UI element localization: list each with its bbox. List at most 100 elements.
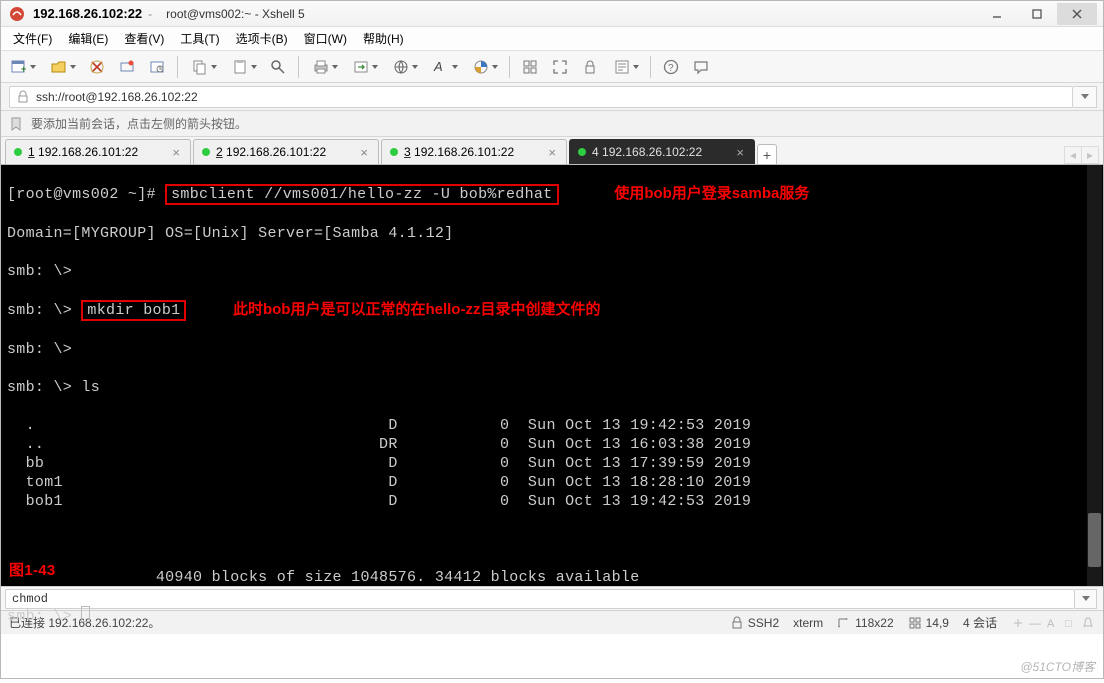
svg-text:+: + bbox=[21, 64, 26, 74]
script-button[interactable] bbox=[606, 54, 644, 80]
smb-prompt: smb: \> bbox=[7, 608, 81, 625]
tab-4-active[interactable]: 4 192.168.26.102:22 × bbox=[569, 139, 755, 164]
tab-number: 4 bbox=[592, 145, 599, 159]
copy-button[interactable] bbox=[184, 54, 222, 80]
scrollbar-thumb[interactable] bbox=[1088, 513, 1101, 567]
terminal-line: Domain=[MYGROUP] OS=[Unix] Server=[Samba… bbox=[7, 224, 1097, 243]
listing-row: tom1 D 0 Sun Oct 13 18:28:10 2019 bbox=[7, 473, 1097, 492]
tab-close-button[interactable]: × bbox=[170, 145, 182, 160]
tab-scroll-right[interactable]: ▸ bbox=[1081, 146, 1099, 164]
file-listing: . D 0 Sun Oct 13 19:42:53 2019 .. DR 0 S… bbox=[7, 416, 1097, 511]
title-dash: - bbox=[148, 7, 152, 21]
open-session-button[interactable] bbox=[43, 54, 81, 80]
smb-prompt: smb: \> bbox=[7, 302, 81, 319]
title-session: root@vms002:~ - Xshell 5 bbox=[166, 7, 305, 21]
find-button[interactable] bbox=[264, 54, 292, 80]
watermark: @51CTO博客 bbox=[1020, 658, 1095, 675]
tab-number: 2 bbox=[216, 145, 223, 159]
listing-row: bob1 D 0 Sun Oct 13 19:42:53 2019 bbox=[7, 492, 1097, 511]
address-field[interactable]: ssh://root@192.168.26.102:22 bbox=[9, 86, 1073, 108]
listing-row: .. DR 0 Sun Oct 13 16:03:38 2019 bbox=[7, 435, 1097, 454]
minimize-button[interactable] bbox=[977, 3, 1017, 25]
tab-number: 3 bbox=[404, 145, 411, 159]
annotation-1: 使用bob用户登录samba服务 bbox=[614, 185, 809, 202]
fullscreen-button[interactable] bbox=[546, 54, 574, 80]
menu-view[interactable]: 查看(V) bbox=[116, 27, 172, 50]
disconnect-button[interactable] bbox=[113, 54, 141, 80]
menu-tools[interactable]: 工具(T) bbox=[172, 27, 227, 50]
figure-label: 图1-43 bbox=[9, 561, 56, 580]
hint-bar: 要添加当前会话，点击左侧的箭头按钮。 bbox=[1, 111, 1103, 137]
toolbar-separator bbox=[650, 56, 651, 78]
bookmark-icon[interactable] bbox=[9, 117, 23, 131]
status-dot-icon bbox=[202, 148, 210, 156]
close-button[interactable] bbox=[1057, 3, 1097, 25]
tab-2[interactable]: 2 192.168.26.101:22 × bbox=[193, 139, 379, 164]
terminal[interactable]: [root@vms002 ~]# smbclient //vms001/hell… bbox=[1, 165, 1103, 586]
annotation-2: 此时bob用户是可以正常的在hello-zz目录中创建文件的 bbox=[233, 301, 601, 318]
toolbar-separator bbox=[298, 56, 299, 78]
reconnect-button[interactable] bbox=[83, 54, 111, 80]
blocks-line: 40940 blocks of size 1048576. 34412 bloc… bbox=[7, 568, 1097, 587]
terminal-line: smb: \> bbox=[7, 262, 1097, 281]
new-session-button[interactable]: + bbox=[3, 54, 41, 80]
title-ip: 192.168.26.102:22 bbox=[33, 6, 142, 21]
properties-button[interactable] bbox=[143, 54, 171, 80]
toolbar-separator bbox=[509, 56, 510, 78]
terminal-line: smb: \> bbox=[7, 340, 1097, 359]
help-button[interactable]: ? bbox=[657, 54, 685, 80]
tab-close-button[interactable]: × bbox=[546, 145, 558, 160]
layout-toggle-button[interactable] bbox=[516, 54, 544, 80]
tab-1[interactable]: 1 192.168.26.101:22 × bbox=[5, 139, 191, 164]
address-dropdown[interactable] bbox=[1073, 86, 1097, 108]
status-dot-icon bbox=[578, 148, 586, 156]
listing-row: bb D 0 Sun Oct 13 17:39:59 2019 bbox=[7, 454, 1097, 473]
highlight-command-1: smbclient //vms001/hello-zz -U bob%redha… bbox=[165, 184, 558, 205]
svg-text:A: A bbox=[433, 59, 443, 74]
tab-label: 192.168.26.102:22 bbox=[602, 145, 702, 159]
color-scheme-button[interactable] bbox=[465, 54, 503, 80]
shell-prompt: [root@vms002 ~]# bbox=[7, 186, 165, 203]
lock-button[interactable] bbox=[576, 54, 604, 80]
menubar: 文件(F) 编辑(E) 查看(V) 工具(T) 选项卡(B) 窗口(W) 帮助(… bbox=[1, 27, 1103, 51]
lock-icon bbox=[16, 90, 30, 104]
add-tab-button[interactable]: + bbox=[757, 144, 777, 164]
menu-tab[interactable]: 选项卡(B) bbox=[228, 27, 296, 50]
tab-label: 192.168.26.101:22 bbox=[226, 145, 326, 159]
address-text: ssh://root@192.168.26.102:22 bbox=[36, 90, 198, 104]
toolbar-separator bbox=[177, 56, 178, 78]
terminal-line bbox=[7, 530, 1097, 549]
maximize-button[interactable] bbox=[1017, 3, 1057, 25]
titlebar: 192.168.26.102:22 - root@vms002:~ - Xshe… bbox=[1, 1, 1103, 27]
toolbar: + A bbox=[1, 51, 1103, 83]
feedback-button[interactable] bbox=[687, 54, 715, 80]
tab-bar: 1 192.168.26.101:22 × 2 192.168.26.101:2… bbox=[1, 137, 1103, 165]
menu-file[interactable]: 文件(F) bbox=[5, 27, 60, 50]
listing-row: . D 0 Sun Oct 13 19:42:53 2019 bbox=[7, 416, 1097, 435]
status-dot-icon bbox=[390, 148, 398, 156]
tab-scroll-left[interactable]: ◂ bbox=[1064, 146, 1082, 164]
paste-button[interactable] bbox=[224, 54, 262, 80]
smb-prompt: smb: \> bbox=[7, 379, 81, 396]
tab-label: 192.168.26.101:22 bbox=[38, 145, 138, 159]
tab-3[interactable]: 3 192.168.26.101:22 × bbox=[381, 139, 567, 164]
tab-number: 1 bbox=[28, 145, 35, 159]
tab-close-button[interactable]: × bbox=[358, 145, 370, 160]
terminal-scrollbar[interactable] bbox=[1087, 165, 1102, 586]
tab-label: 192.168.26.101:22 bbox=[414, 145, 514, 159]
ls-command: ls bbox=[81, 379, 100, 396]
font-button[interactable]: A bbox=[425, 54, 463, 80]
print-button[interactable] bbox=[305, 54, 343, 80]
status-dot-icon bbox=[14, 148, 22, 156]
tab-close-button[interactable]: × bbox=[734, 145, 746, 160]
menu-window[interactable]: 窗口(W) bbox=[296, 27, 355, 50]
language-button[interactable] bbox=[385, 54, 423, 80]
menu-edit[interactable]: 编辑(E) bbox=[60, 27, 116, 50]
app-icon bbox=[9, 6, 25, 22]
cursor bbox=[81, 606, 90, 622]
transfer-button[interactable] bbox=[345, 54, 383, 80]
address-bar: ssh://root@192.168.26.102:22 bbox=[1, 83, 1103, 111]
menu-help[interactable]: 帮助(H) bbox=[355, 27, 412, 50]
svg-text:?: ? bbox=[668, 63, 674, 74]
highlight-command-2: mkdir bob1 bbox=[81, 300, 186, 321]
